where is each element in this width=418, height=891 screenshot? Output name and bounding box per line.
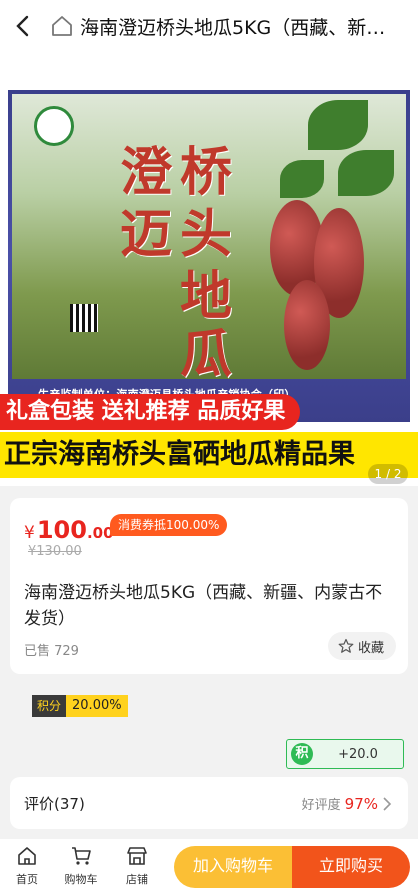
qr-code bbox=[70, 304, 98, 332]
brand-logo bbox=[34, 106, 74, 146]
chevron-left-icon bbox=[16, 15, 29, 37]
good-rating: 好评度 97% bbox=[302, 794, 392, 813]
sold-count: 已售 729 bbox=[24, 644, 79, 659]
slogan-red: 礼盒包装 送礼推荐 品质好果 bbox=[0, 394, 300, 430]
home-icon bbox=[18, 847, 36, 865]
cart-icon bbox=[72, 847, 91, 865]
page-title: 海南澄迈桥头地瓜5KG（西藏、新疆、内蒙古不发货） bbox=[80, 16, 400, 39]
coupon-badge: 消费券抵100.00% bbox=[110, 514, 228, 536]
back-button[interactable] bbox=[0, 0, 44, 52]
points-tag: 积分 20.00% bbox=[32, 695, 128, 717]
reviews-row[interactable]: 评价(37) 好评度 97% bbox=[10, 777, 408, 829]
product-info-card: ¥ 100 .00 消费券抵100.00% ¥130.00 海南澄迈桥头地瓜5K… bbox=[10, 498, 408, 674]
points-value: 20.00% bbox=[66, 695, 128, 717]
leaf-graphic bbox=[280, 160, 324, 198]
currency-symbol: ¥ bbox=[24, 523, 35, 543]
sweet-potato-graphic bbox=[284, 280, 330, 370]
product-name: 海南澄迈桥头地瓜5KG（西藏、新疆、内蒙古不发货） bbox=[24, 583, 383, 629]
product-image-carousel[interactable]: 澄 迈 桥 头 地 瓜 生产监制单位：海南澄迈县桥头地瓜产销协会（印） 礼盒包装… bbox=[0, 52, 418, 486]
leaf-graphic bbox=[308, 100, 368, 150]
box-title-char: 迈 bbox=[120, 204, 173, 265]
tab-home-label: 首页 bbox=[16, 873, 38, 886]
original-price: ¥130.00 bbox=[28, 544, 82, 559]
reward-points-badge: 积 +20.0 bbox=[286, 739, 404, 769]
reward-value: +20.0 bbox=[338, 746, 378, 762]
reviews-label: 评价(37) bbox=[24, 795, 85, 813]
favorite-label: 收藏 bbox=[357, 640, 384, 656]
tab-shop-label: 店铺 bbox=[126, 873, 148, 886]
home-icon bbox=[52, 16, 72, 36]
shop-icon bbox=[127, 847, 147, 865]
tab-shop[interactable]: 店铺 bbox=[112, 845, 162, 887]
tab-home[interactable]: 首页 bbox=[2, 845, 52, 887]
add-to-cart-button[interactable]: 加入购物车 bbox=[174, 846, 292, 888]
star-icon bbox=[338, 638, 354, 653]
leaf-graphic bbox=[338, 150, 394, 196]
price-integer: 100 bbox=[36, 516, 87, 544]
carousel-pager: 1 / 2 bbox=[368, 464, 408, 484]
buy-now-button[interactable]: 立即购买 bbox=[292, 846, 410, 888]
reward-icon: 积 bbox=[291, 743, 313, 765]
favorite-button[interactable]: 收藏 bbox=[327, 632, 396, 660]
chevron-right-icon bbox=[383, 796, 392, 811]
good-rating-percent: 97% bbox=[344, 794, 378, 813]
slogan-yellow: 正宗海南桥头富硒地瓜精品果 bbox=[0, 432, 418, 478]
current-price: ¥ 100 .00 bbox=[24, 516, 114, 544]
points-label: 积分 bbox=[32, 695, 67, 717]
home-button[interactable] bbox=[44, 0, 80, 52]
tab-cart[interactable]: 购物车 bbox=[56, 845, 106, 887]
box-title-char: 瓜 bbox=[180, 324, 233, 385]
tab-cart-label: 购物车 bbox=[64, 873, 98, 886]
good-rating-label: 好评度 bbox=[301, 798, 341, 813]
top-nav-bar: 海南澄迈桥头地瓜5KG（西藏、新疆、内蒙古不发货） bbox=[0, 0, 418, 52]
product-box-image: 澄 迈 桥 头 地 瓜 生产监制单位：海南澄迈县桥头地瓜产销协会（印） bbox=[8, 90, 410, 422]
